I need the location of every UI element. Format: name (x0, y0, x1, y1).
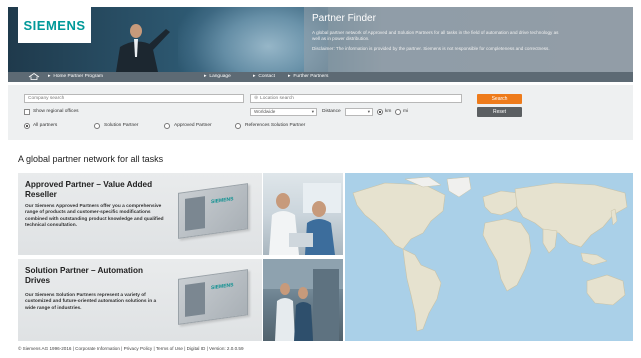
unit-mi-radio[interactable] (395, 109, 401, 115)
certificate-image: SIEMENS (178, 183, 248, 239)
businessman-image (116, 24, 170, 72)
partner-meeting-photo (263, 173, 343, 255)
unit-km-radio[interactable] (377, 109, 383, 115)
location-search-input[interactable]: ⊕ Location search (250, 94, 462, 103)
region-select[interactable]: Worldwide ▾ (250, 108, 317, 116)
filter-references-solution-partner-radio[interactable] (235, 123, 241, 129)
nav-contact[interactable]: ▸ Contact (253, 73, 275, 81)
tile-title: Approved Partner – Value Added Reseller (25, 180, 153, 199)
tile-description: Our Siemens Approved Partners offer you … (25, 204, 164, 229)
filter-approved-partner-label: Approved Partner (174, 123, 212, 128)
unit-mi-label: mi (403, 109, 409, 114)
factory-workers-photo (263, 259, 343, 341)
footer: © Siemens AG 1996-2016 | Corporate Infor… (18, 346, 244, 351)
chevron-right-icon: ▸ (288, 74, 291, 79)
header-disclaimer: Disclaimer: The information is provided … (312, 46, 550, 51)
search-panel: Company search ⊕ Location search Search S… (8, 85, 633, 140)
chevron-down-icon: ▾ (367, 109, 370, 114)
header-description: A global partner network of Approved and… (312, 30, 559, 41)
reset-button[interactable]: Reset (477, 107, 522, 117)
search-button[interactable]: Search (477, 94, 522, 104)
header-banner: SIEMENS Partner Finder A global partner … (8, 7, 633, 72)
filter-solution-partner-radio[interactable] (94, 123, 100, 129)
tile-title: Solution Partner – Automation Drives (25, 266, 143, 285)
solution-partner-tile[interactable]: Solution Partner – Automation Drives Our… (18, 259, 262, 341)
filter-all-partners-label: All partners (33, 123, 58, 128)
distance-select[interactable]: ▾ (345, 108, 373, 116)
chevron-right-icon: ▸ (204, 74, 207, 79)
nav-home-partner-program[interactable]: ▸ Home Partner Program (48, 73, 103, 81)
section-headline: A global partner network for all tasks (18, 154, 164, 164)
company-search-input[interactable]: Company search (24, 94, 244, 103)
chevron-right-icon: ▸ (48, 74, 51, 79)
unit-km-label: km (385, 109, 392, 114)
filter-solution-partner-label: Solution Partner (104, 123, 139, 128)
distance-label: Distance (322, 109, 341, 114)
chevron-right-icon: ▸ (253, 74, 256, 79)
chevron-down-icon: ▾ (311, 109, 314, 114)
page-title: Partner Finder (312, 13, 376, 24)
location-pin-icon: ⊕ (254, 96, 259, 101)
home-icon (28, 73, 40, 80)
show-regional-offices-checkbox[interactable] (24, 109, 30, 115)
show-regional-offices-label: Show regional offices (33, 109, 79, 114)
partner-finder-page: SIEMENS Partner Finder A global partner … (0, 0, 641, 358)
tile-description: Our Siemens Solution Partners represent … (25, 293, 157, 311)
logo-text: SIEMENS (23, 17, 86, 33)
filter-approved-partner-radio[interactable] (164, 123, 170, 129)
siemens-logo[interactable]: SIEMENS (18, 7, 91, 43)
header-info-panel: Partner Finder A global partner network … (304, 7, 633, 72)
certificate-image: SIEMENS (178, 269, 248, 325)
nav-bar: ▸ Home Partner Program ▸ Language ▸ Contact… (8, 72, 633, 82)
world-map[interactable] (345, 173, 633, 341)
certificate-logo: SIEMENS (211, 282, 234, 292)
certificate-logo: SIEMENS (211, 196, 234, 206)
approved-partner-tile[interactable]: Approved Partner – Value Added Reseller … (18, 173, 262, 255)
filter-all-partners-radio[interactable] (24, 123, 30, 129)
nav-further-partners[interactable]: ▸ Further Partners (288, 73, 328, 81)
filter-references-solution-partner-label: References Solution Partner (245, 123, 306, 128)
nav-language[interactable]: ▸ Language (204, 73, 231, 81)
